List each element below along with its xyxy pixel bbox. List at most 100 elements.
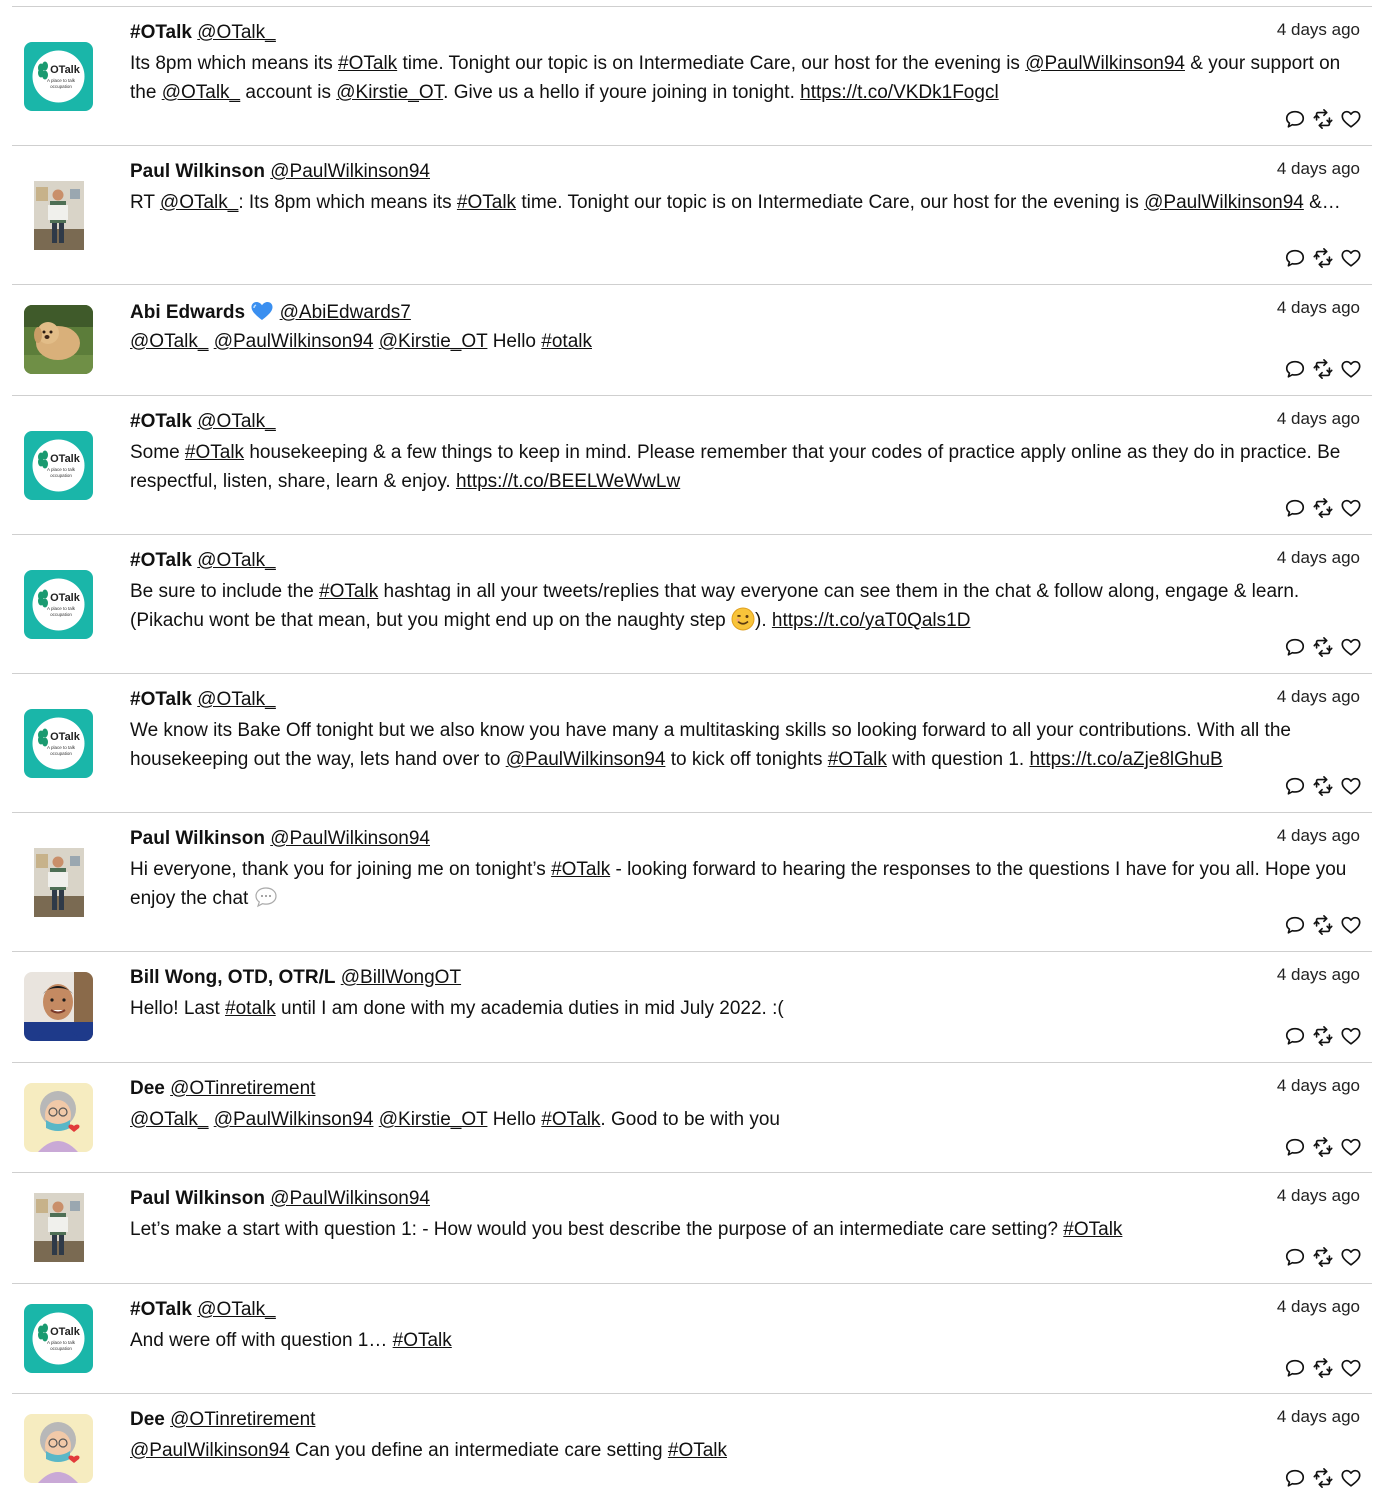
like-icon[interactable] [1340,1136,1362,1158]
svg-text:A place to talk: A place to talk [47,78,76,83]
reply-icon[interactable] [1284,108,1306,130]
retweet-icon[interactable] [1312,1246,1334,1268]
author-handle[interactable]: @OTalk_ [197,22,275,43]
author-handle[interactable]: @PaulWilkinson94 [270,161,430,182]
mention-link[interactable]: @Kirstie_OT [379,331,488,352]
avatar[interactable] [24,181,93,250]
like-icon[interactable] [1340,108,1362,130]
retweet-icon[interactable] [1312,108,1334,130]
like-icon[interactable] [1340,914,1362,936]
mention-link[interactable]: @Kirstie_OT [336,82,443,103]
reply-icon[interactable] [1284,497,1306,519]
reply-icon[interactable] [1284,1246,1306,1268]
reply-icon[interactable] [1284,1025,1306,1047]
retweet-icon[interactable] [1312,358,1334,380]
like-icon[interactable] [1340,1025,1362,1047]
author-handle[interactable]: @PaulWilkinson94 [270,1188,430,1209]
like-icon[interactable] [1340,497,1362,519]
like-icon[interactable] [1340,1246,1362,1268]
author-handle[interactable]: @OTalk_ [197,550,275,571]
retweet-icon[interactable] [1312,1467,1334,1489]
like-icon[interactable] [1340,358,1362,380]
reply-icon[interactable] [1284,358,1306,380]
like-icon[interactable] [1340,636,1362,658]
hashtag-link[interactable]: #OTalk [828,749,887,770]
mention-link[interactable]: @OTalk_ [130,331,208,352]
like-icon[interactable] [1340,1467,1362,1489]
timestamp: 4 days ago [1276,1407,1360,1426]
url-link[interactable]: https://t.co/aZje8lGhuB [1029,749,1222,770]
author-handle[interactable]: @OTinretirement [170,1078,315,1099]
hashtag-link[interactable]: #OTalk [393,1330,452,1351]
url-link[interactable]: https://t.co/yaT0Qals1D [772,610,971,631]
avatar[interactable]: OTalk A place to talk occupation [24,1304,93,1373]
author-name: #OTalk [130,411,192,432]
author-handle[interactable]: @AbiEdwards7 [280,302,411,323]
mention-link[interactable]: @OTalk_ [162,82,240,103]
retweet-icon[interactable] [1312,497,1334,519]
url-link[interactable]: https://t.co/VKDk1Fogcl [800,82,999,103]
reply-icon[interactable] [1284,1136,1306,1158]
hashtag-link[interactable]: #OTalk [319,581,378,602]
speech-bubble-icon [254,885,278,909]
like-icon[interactable] [1340,1357,1362,1379]
retweet-icon[interactable] [1312,636,1334,658]
retweet-icon[interactable] [1312,1025,1334,1047]
hashtag-link[interactable]: #OTalk [551,859,610,880]
avatar[interactable] [24,848,93,917]
blue-heart-icon [250,299,274,323]
text-segment: Can you define an intermediate care sett… [289,1440,668,1461]
avatar[interactable]: OTalk A place to talk occupation [24,431,93,500]
mention-link[interactable]: @PaulWilkinson94 [214,1109,374,1130]
mention-link[interactable]: @PaulWilkinson94 [1144,192,1304,213]
retweet-icon[interactable] [1312,1136,1334,1158]
reply-icon[interactable] [1284,1357,1306,1379]
mention-link[interactable]: @OTalk_ [160,192,238,213]
avatar[interactable] [24,305,93,374]
retweet-icon[interactable] [1312,775,1334,797]
tweet-text: Some #OTalk housekeeping & a few things … [130,438,1362,496]
author-handle[interactable]: @OTalk_ [197,689,275,710]
hashtag-link[interactable]: #OTalk [457,192,516,213]
retweet-icon[interactable] [1312,914,1334,936]
reply-icon[interactable] [1284,914,1306,936]
author-handle[interactable]: @OTalk_ [197,411,275,432]
avatar[interactable]: OTalk A place to talk occupation [24,42,93,111]
mention-link[interactable]: @PaulWilkinson94 [214,331,374,352]
avatar[interactable] [24,972,93,1041]
hashtag-link[interactable]: #OTalk [668,1440,727,1461]
reply-icon[interactable] [1284,636,1306,658]
like-icon[interactable] [1340,775,1362,797]
retweet-icon[interactable] [1312,247,1334,269]
reply-icon[interactable] [1284,775,1306,797]
hashtag-link[interactable]: #otalk [541,331,592,352]
author-handle[interactable]: @OTinretirement [170,1409,315,1430]
hashtag-link[interactable]: #otalk [225,998,276,1019]
like-icon[interactable] [1340,247,1362,269]
mention-link[interactable]: @PaulWilkinson94 [506,749,666,770]
avatar[interactable]: OTalk A place to talk occupation [24,570,93,639]
retweet-icon[interactable] [1312,1357,1334,1379]
mention-link[interactable]: @PaulWilkinson94 [130,1440,290,1461]
hashtag-link[interactable]: #OTalk [185,442,244,463]
author-handle[interactable]: @BillWongOT [341,967,461,988]
avatar[interactable]: OTalk A place to talk occupation [24,709,93,778]
avatar[interactable] [24,1193,93,1262]
hashtag-link[interactable]: #OTalk [1063,1219,1122,1240]
text-segment: . Give us a hello if youre joining in to… [443,82,801,103]
text-segment: And were off with question 1… [130,1330,393,1351]
mention-link[interactable]: @PaulWilkinson94 [1025,53,1185,74]
url-link[interactable]: https://t.co/BEELWeWwLw [456,471,680,492]
tweet-actions [1284,1357,1362,1379]
hashtag-link[interactable]: #OTalk [541,1109,600,1130]
author-handle[interactable]: @PaulWilkinson94 [270,828,430,849]
hashtag-link[interactable]: #OTalk [338,53,397,74]
avatar[interactable] [24,1414,93,1483]
tweet-feed: OTalk A place to talk occupation #OTalk @O… [0,6,1378,1488]
reply-icon[interactable] [1284,1467,1306,1489]
mention-link[interactable]: @Kirstie_OT [379,1109,488,1130]
author-handle[interactable]: @OTalk_ [197,1299,275,1320]
reply-icon[interactable] [1284,247,1306,269]
mention-link[interactable]: @OTalk_ [130,1109,208,1130]
avatar[interactable] [24,1083,93,1152]
